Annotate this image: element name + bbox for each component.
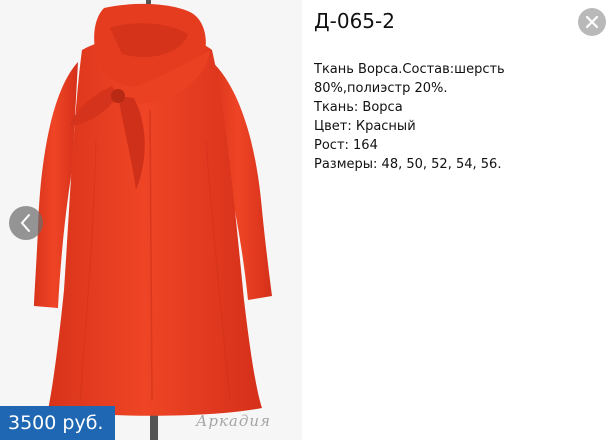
description-line-fabric: Ткань: Ворса [314,100,403,115]
description-line-composition: Ткань Ворса.Состав:шерсть 80%,полиэстр 2… [314,62,505,96]
prev-image-button[interactable] [9,206,43,240]
product-description: Ткань Ворса.Состав:шерсть 80%,полиэстр 2… [314,60,600,174]
product-info: Д-065-2 Ткань Ворса.Состав:шерсть 80%,по… [314,0,600,174]
product-photo: Аркадия [0,0,302,440]
price-badge: 3500 руб. [0,406,115,440]
chevron-left-icon [20,214,30,232]
description-line-sizes: Размеры: 48, 50, 52, 54, 56. [314,157,502,172]
description-line-height: Рост: 164 [314,138,378,153]
description-line-color: Цвет: Красный [314,119,416,134]
product-title: Д-065-2 [314,9,395,33]
watermark-text: Аркадия [196,412,271,430]
coat-image [34,0,272,440]
